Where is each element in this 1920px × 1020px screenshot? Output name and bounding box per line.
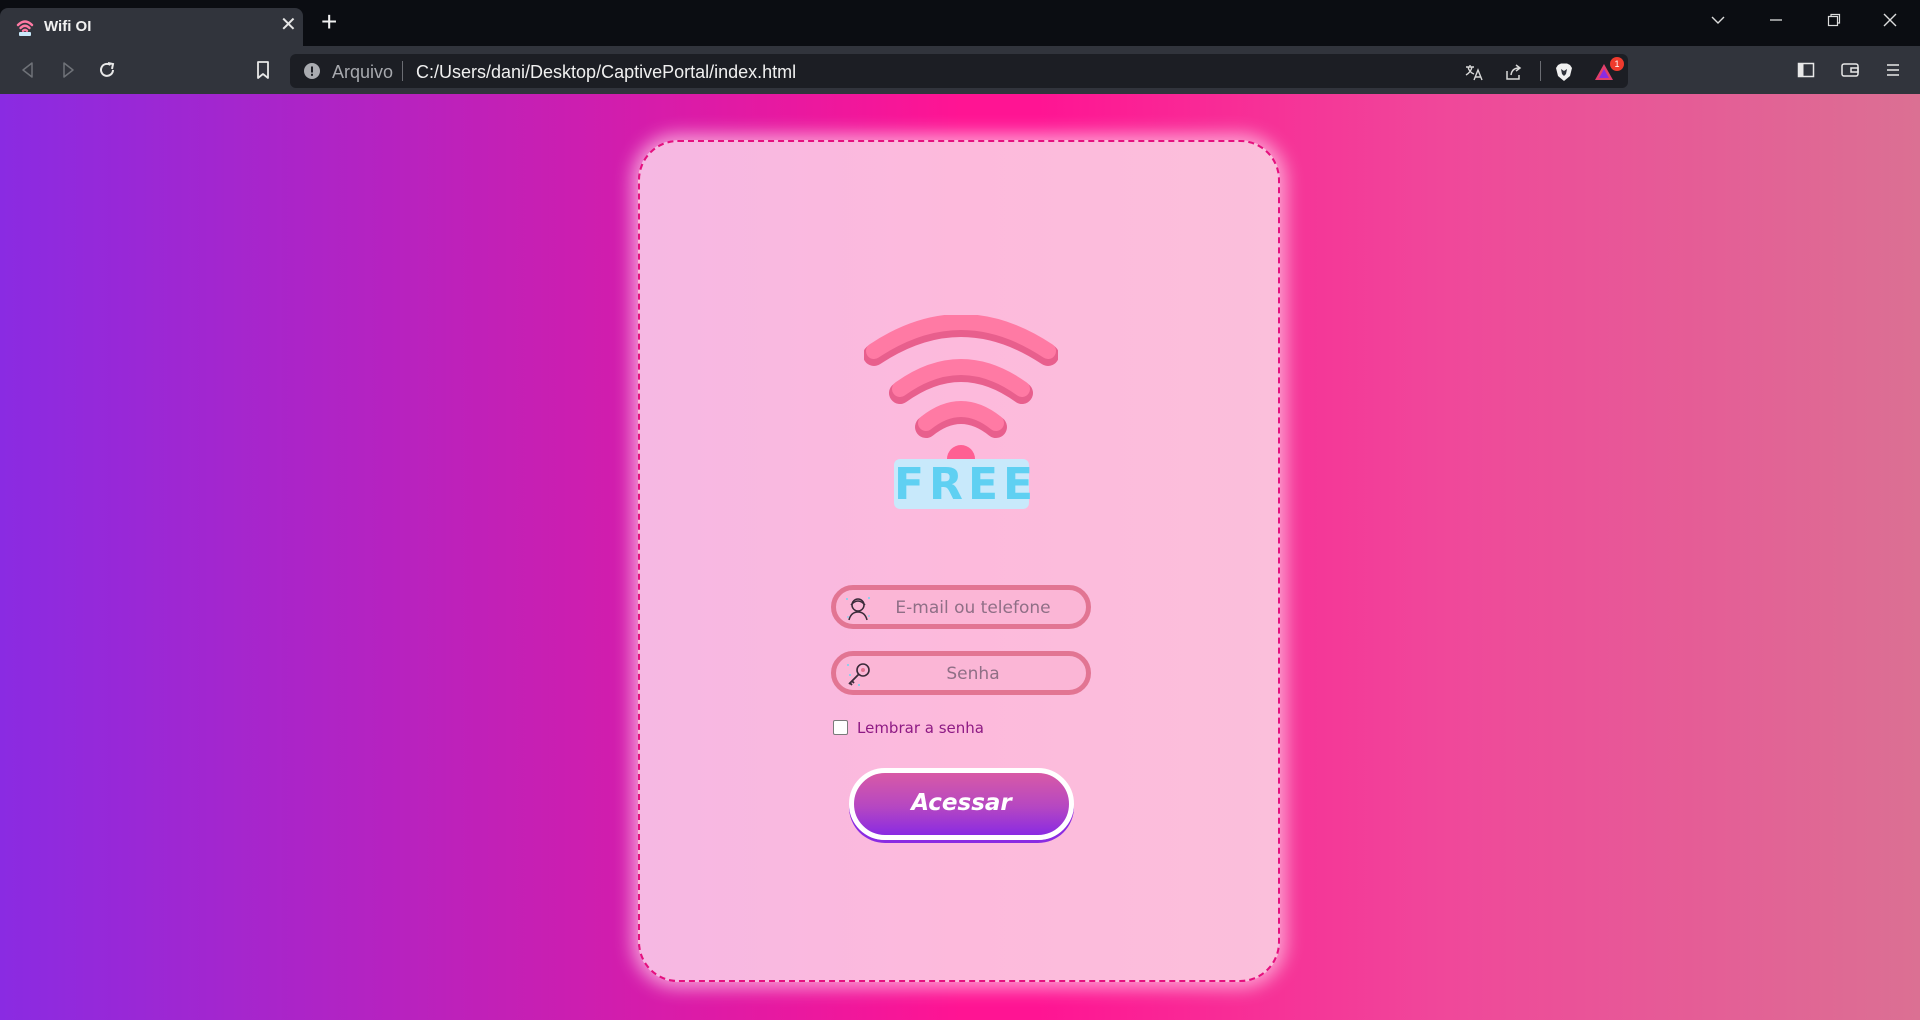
bookmark-icon[interactable] bbox=[253, 60, 273, 80]
email-input[interactable] bbox=[872, 590, 1074, 626]
menu-icon[interactable] bbox=[1883, 60, 1903, 80]
url-text[interactable]: C:/Users/dani/Desktop/CaptivePortal/inde… bbox=[416, 62, 796, 83]
address-bar[interactable]: Arquivo C:/Users/dani/Desktop/CaptivePor… bbox=[290, 54, 1628, 88]
password-field[interactable] bbox=[831, 651, 1091, 695]
maximize-icon[interactable] bbox=[1826, 12, 1842, 28]
remember-label[interactable]: Lembrar a senha bbox=[857, 719, 984, 737]
sidebar-icon[interactable] bbox=[1796, 60, 1816, 80]
login-card: FREE Lembrar a senha Ac bbox=[638, 140, 1280, 982]
chevron-down-icon[interactable] bbox=[1710, 12, 1726, 28]
share-icon[interactable] bbox=[1504, 62, 1524, 82]
browser-toolbar: Arquivo C:/Users/dani/Desktop/CaptivePor… bbox=[0, 46, 1920, 94]
close-icon[interactable] bbox=[1882, 12, 1898, 28]
brave-shield-icon[interactable] bbox=[1554, 62, 1574, 82]
remember-checkbox[interactable] bbox=[833, 720, 848, 735]
email-field[interactable] bbox=[831, 585, 1091, 629]
address-divider bbox=[1540, 61, 1541, 81]
free-badge: FREE bbox=[894, 459, 1039, 510]
free-label: FREE bbox=[894, 459, 1039, 510]
minimize-icon[interactable] bbox=[1768, 12, 1784, 28]
tab-close-button[interactable]: ✕ bbox=[280, 15, 297, 35]
rewards-badge: 1 bbox=[1610, 57, 1624, 71]
browser-tab[interactable]: Wifi OI ✕ bbox=[0, 8, 303, 46]
reload-icon[interactable] bbox=[97, 60, 117, 80]
submit-label: Acessar bbox=[911, 790, 1012, 816]
password-input[interactable] bbox=[872, 656, 1074, 692]
browser-titlebar: Wifi OI ✕ + bbox=[0, 0, 1920, 46]
wifi-favicon-icon bbox=[16, 20, 34, 36]
address-divider bbox=[402, 61, 403, 81]
info-icon[interactable] bbox=[304, 63, 320, 79]
forward-icon[interactable] bbox=[58, 60, 78, 80]
back-icon[interactable] bbox=[18, 60, 38, 80]
tab-title: Wifi OI bbox=[44, 18, 92, 35]
submit-button[interactable]: Acessar bbox=[849, 768, 1074, 840]
scheme-label: Arquivo bbox=[332, 62, 394, 82]
page-viewport: FREE Lembrar a senha Ac bbox=[0, 94, 1920, 1020]
user-icon bbox=[846, 597, 870, 621]
wallet-icon[interactable] bbox=[1840, 60, 1860, 80]
translate-icon[interactable] bbox=[1464, 62, 1484, 82]
new-tab-button[interactable]: + bbox=[321, 8, 337, 36]
key-icon bbox=[847, 663, 870, 686]
